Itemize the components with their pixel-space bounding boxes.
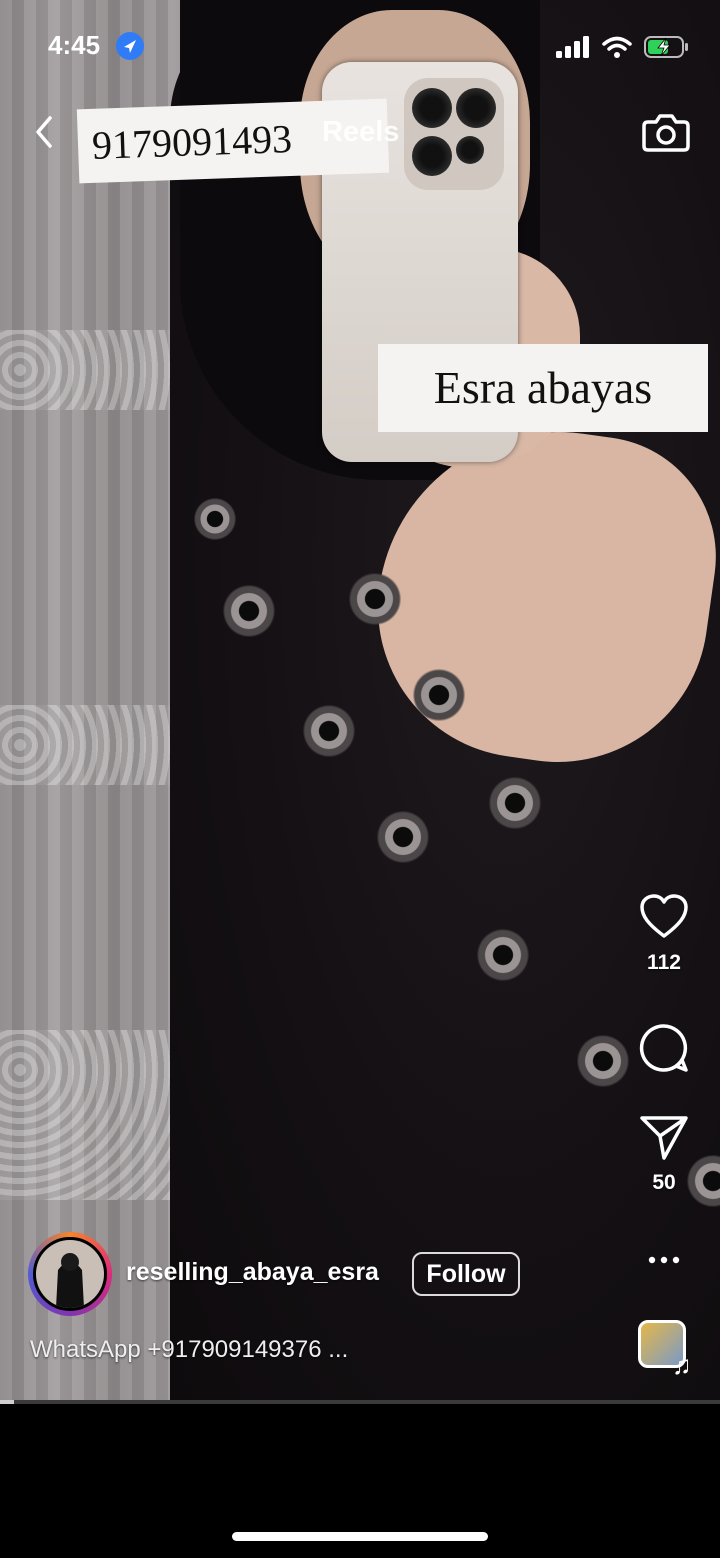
more-horizontal-icon: [648, 1256, 680, 1264]
home-indicator[interactable]: [232, 1532, 488, 1541]
reels-screen: 9179091493 Esra abayas 4:45 Reels 112 50…: [0, 0, 720, 1558]
chevron-left-icon: [36, 116, 52, 148]
embroidery-flower: [344, 568, 406, 630]
location-arrow-icon: [116, 32, 144, 60]
embroidery-flower: [372, 806, 434, 868]
comment-action[interactable]: [634, 1022, 694, 1079]
embroidery-flower: [572, 1030, 634, 1092]
like-count: 112: [647, 951, 681, 974]
status-indicators: [556, 34, 690, 60]
battery-charging-icon: [644, 36, 688, 58]
camera-button[interactable]: [640, 106, 692, 158]
share-count: 50: [652, 1171, 676, 1194]
back-button[interactable]: [26, 110, 66, 154]
story-ring[interactable]: [28, 1232, 112, 1316]
cellular-signal-icon: [556, 36, 589, 58]
comment-icon: [639, 1024, 688, 1072]
caption[interactable]: WhatsApp +917909149376 ...: [30, 1336, 348, 1364]
brand-name-overlay: Esra abayas: [378, 344, 708, 432]
embroidery-flower: [408, 664, 470, 726]
page-title: Reels: [322, 116, 400, 148]
follow-button[interactable]: Follow: [412, 1252, 520, 1296]
more-options-button[interactable]: [634, 1250, 694, 1275]
heart-icon: [640, 894, 688, 938]
camera-icon: [642, 114, 690, 152]
status-time: 4:45: [48, 30, 101, 60]
music-note-icon: ♫: [672, 1350, 692, 1380]
send-icon: [640, 1116, 688, 1160]
embroidery-flower: [484, 772, 546, 834]
share-action[interactable]: 50: [634, 1112, 694, 1195]
like-action[interactable]: 112: [634, 892, 694, 975]
avatar: [33, 1237, 107, 1311]
phone-camera-module: [404, 78, 504, 190]
username[interactable]: reselling_abaya_esra: [126, 1258, 379, 1287]
embroidery-flower: [190, 494, 240, 544]
wifi-icon: [602, 36, 632, 58]
video-player[interactable]: [0, 0, 720, 1400]
embroidery-flower: [472, 924, 534, 986]
embroidery-flower: [298, 700, 360, 762]
embroidery-flower: [218, 580, 280, 642]
